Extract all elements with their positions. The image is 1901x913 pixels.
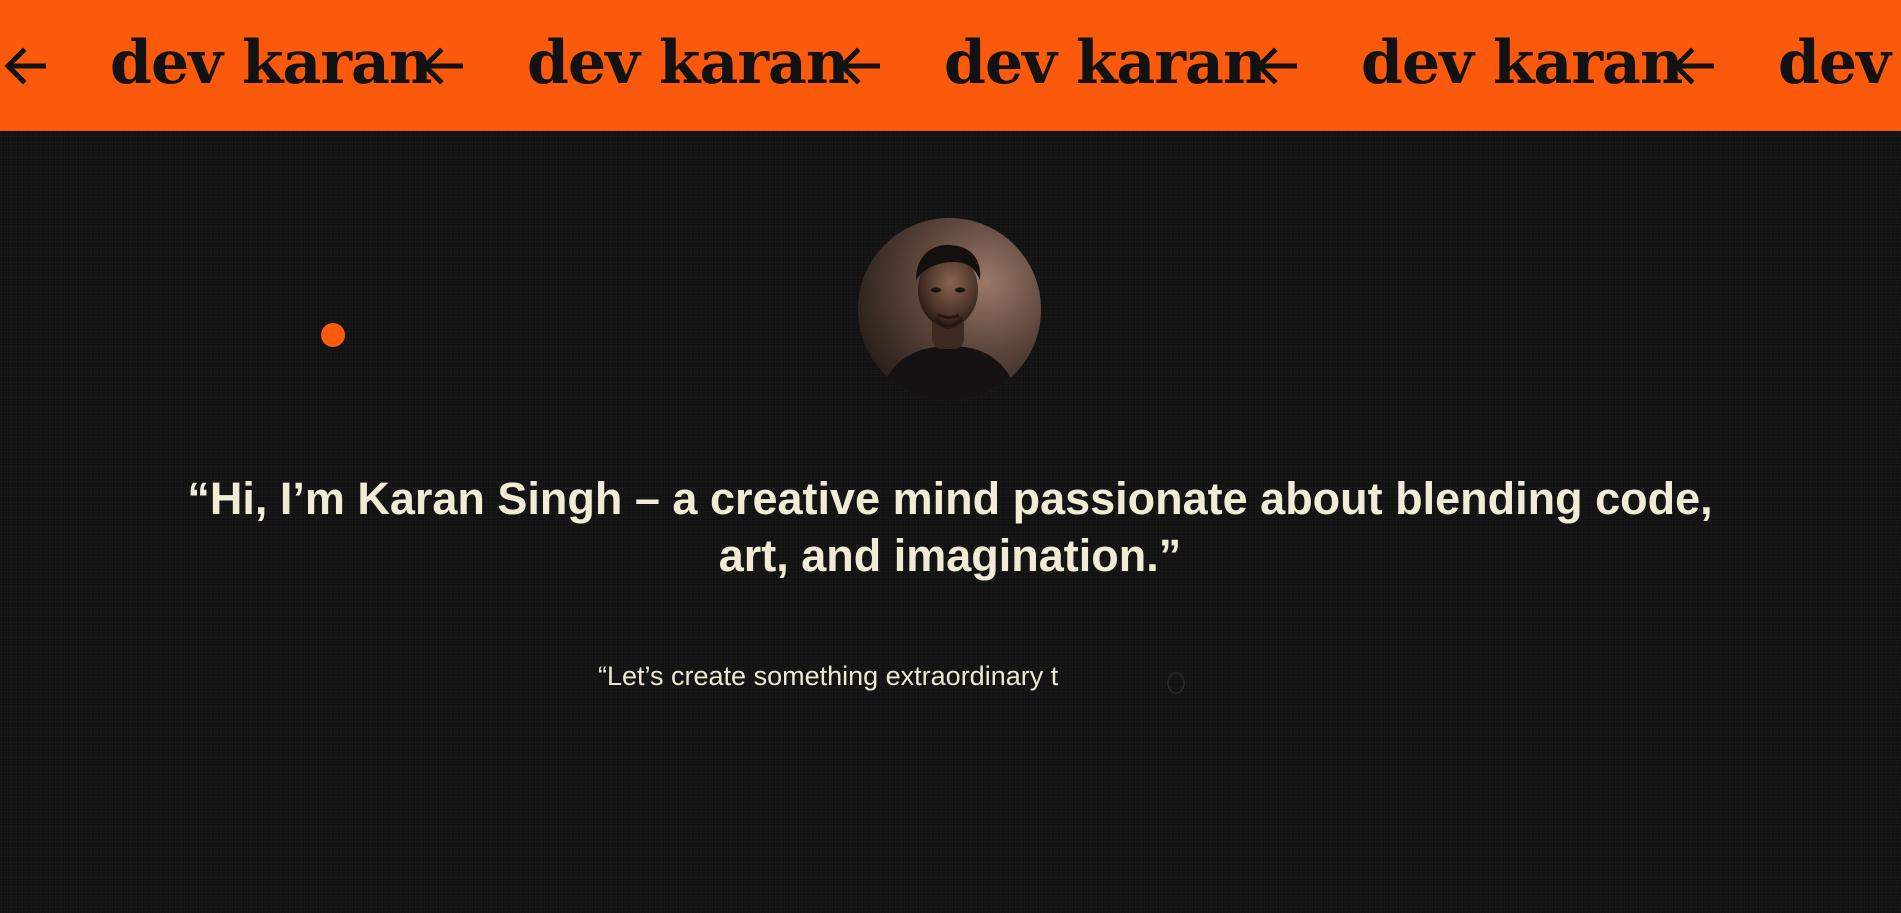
brand-name: dev karan	[1361, 28, 1683, 98]
portrait-image	[858, 218, 1041, 401]
arrow-left-icon	[4, 47, 46, 85]
page: dev karan dev karan dev karan dev karan dev …	[0, 0, 1901, 913]
marquee-unit: dev karan	[417, 0, 849, 131]
headline-line-2: art, and imagination.”	[718, 530, 1182, 581]
accent-dot	[321, 323, 345, 347]
marquee-unit: dev karan	[1668, 0, 1901, 131]
typing-caret	[1167, 672, 1185, 694]
arrow-left-icon	[1672, 47, 1714, 85]
marquee-unit: dev karan	[834, 0, 1266, 131]
arrow-left-icon	[421, 47, 463, 85]
brand-name: dev karan	[944, 28, 1266, 98]
marquee-unit: dev karan	[1251, 0, 1683, 131]
avatar	[858, 218, 1041, 401]
hero-headline: “Hi, I’m Karan Singh – a creative mind p…	[60, 470, 1840, 584]
grain-overlay	[0, 0, 1901, 913]
headline-line-1: “Hi, I’m Karan Singh – a creative mind p…	[187, 473, 1713, 524]
arrow-left-icon	[838, 47, 880, 85]
brand-name: dev karan	[527, 28, 849, 98]
brand-marquee: dev karan dev karan dev karan dev karan dev …	[0, 0, 1901, 131]
brand-name: dev karan	[1778, 28, 1901, 98]
brand-name: dev karan	[110, 28, 432, 98]
hero-subline-typing: “Let’s create something extraordinary t	[598, 661, 1059, 691]
arrow-left-icon	[1255, 47, 1297, 85]
marquee-unit: dev karan	[0, 0, 432, 131]
